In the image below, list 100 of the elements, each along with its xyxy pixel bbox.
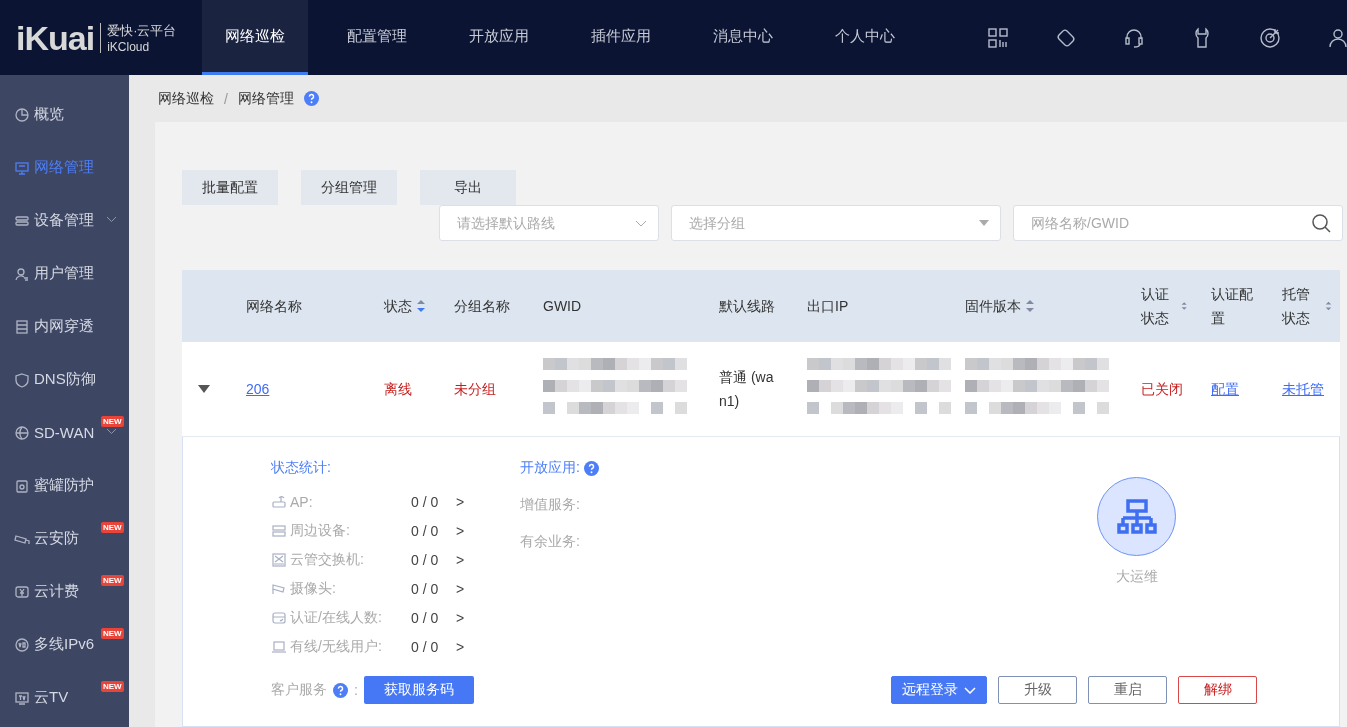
shield-icon xyxy=(14,371,30,388)
breadcrumb-item[interactable]: 网络巡检 xyxy=(158,89,214,108)
tv-icon xyxy=(14,689,30,706)
new-badge: NEW xyxy=(101,416,124,427)
sidebar-item[interactable]: 多线IPv6 NEW xyxy=(0,618,129,671)
stat-label: AP: xyxy=(290,493,313,510)
column-header: 网络名称 xyxy=(246,297,302,316)
breadcrumb-separator: / xyxy=(224,90,228,107)
stat-value: 0 / 0 xyxy=(411,638,440,655)
column-header: GWID xyxy=(543,297,582,316)
safe-icon xyxy=(14,477,30,494)
column-header: 状态 xyxy=(384,297,412,316)
action-button[interactable]: 批量配置 xyxy=(182,170,278,205)
action-button[interactable]: 重启 xyxy=(1088,676,1167,704)
column-header: 默认线路 xyxy=(719,297,775,316)
service-label: 客户服务 xyxy=(271,681,327,699)
section-title: 状态统计: xyxy=(271,459,332,477)
monitor-icon xyxy=(14,159,30,176)
stat-label: 认证/在线人数: xyxy=(290,608,382,627)
column-header: 认证状态 xyxy=(1141,285,1170,328)
table-link[interactable]: 配置 xyxy=(1211,381,1239,397)
action-button[interactable]: 导出 xyxy=(420,170,516,205)
sidebar-item[interactable]: 用户管理 xyxy=(0,247,129,300)
stat-label: 周边设备: xyxy=(290,521,350,540)
nav-tab[interactable]: 配置管理 xyxy=(324,0,430,75)
network-icon xyxy=(1116,497,1157,536)
brand-subtitle: iKCloud xyxy=(107,39,151,54)
sidebar-item[interactable]: SD-WAN NEW xyxy=(0,406,129,459)
table-link[interactable]: 206 xyxy=(246,381,270,397)
service-code-button[interactable]: 获取服务码 xyxy=(363,676,474,704)
more-link[interactable]: > xyxy=(456,493,476,510)
table-cell: 普通 (wan1) xyxy=(719,369,774,409)
app-label: 有余业务: xyxy=(520,533,581,551)
card-icon xyxy=(271,609,287,626)
sidebar-item[interactable]: DNS防御 xyxy=(0,353,129,406)
nav-tab[interactable]: 消息中心 xyxy=(690,0,796,75)
laptop-icon xyxy=(271,638,287,655)
brand-name: 爱快·云平台 xyxy=(107,21,177,40)
more-link[interactable]: > xyxy=(456,580,476,597)
help-icon[interactable] xyxy=(303,91,319,106)
globe-icon xyxy=(14,424,30,441)
status-text: 离线 xyxy=(384,381,412,397)
stat-value: 0 / 0 xyxy=(411,493,440,510)
sidebar-item[interactable]: 设备管理 xyxy=(0,194,129,247)
nav-tab[interactable]: 插件应用 xyxy=(568,0,674,75)
stat-value: 0 / 0 xyxy=(411,609,440,626)
more-link[interactable]: > xyxy=(456,551,476,568)
status-text: 未分组 xyxy=(454,381,496,397)
expand-toggle-icon[interactable] xyxy=(198,384,210,394)
help-icon[interactable] xyxy=(333,682,348,698)
action-button[interactable]: 升级 xyxy=(998,676,1077,704)
user-icon xyxy=(14,265,30,282)
grid-icon[interactable] xyxy=(986,25,1010,50)
sort-icon[interactable] xyxy=(416,298,426,314)
sidebar-item[interactable]: 内网穿透 xyxy=(0,300,129,353)
coin-icon xyxy=(14,583,30,600)
app-label: 增值服务: xyxy=(520,496,581,514)
nav-tab[interactable]: 网络巡检 xyxy=(202,0,308,75)
more-link[interactable]: > xyxy=(456,609,476,626)
column-header: 出口IP xyxy=(807,297,849,316)
search-icon[interactable] xyxy=(1311,213,1331,233)
brand-logo: iKuai xyxy=(16,22,102,53)
nav-tab[interactable]: 个人中心 xyxy=(812,0,918,75)
caret-icon xyxy=(979,220,989,226)
ops-label: 大运维 xyxy=(1115,568,1158,586)
search-field[interactable]: 网络名称/GWID xyxy=(1013,205,1343,241)
sidebar-item[interactable]: 云TV NEW xyxy=(0,671,129,724)
action-button[interactable]: 分组管理 xyxy=(301,170,397,205)
column-header: 固件版本 xyxy=(965,297,1021,316)
sidebar-item[interactable]: 蜜罐防护 xyxy=(0,459,129,512)
more-link[interactable]: > xyxy=(456,522,476,539)
action-button[interactable]: 解绑 xyxy=(1178,676,1257,704)
table-link[interactable]: 未托管 xyxy=(1282,381,1324,397)
switch-icon xyxy=(271,551,287,568)
sort-icon[interactable] xyxy=(1025,298,1035,314)
target-icon[interactable] xyxy=(1258,25,1282,50)
column-header: 托管状态 xyxy=(1282,285,1311,328)
action-button[interactable]: 远程登录 xyxy=(891,676,987,704)
stat-label: 有线/无线用户: xyxy=(290,637,382,656)
new-badge: NEW xyxy=(101,522,124,533)
chevron-icon xyxy=(964,686,976,694)
group-select[interactable]: 选择分组 xyxy=(671,205,1001,241)
sidebar-item[interactable]: 云安防 NEW xyxy=(0,512,129,565)
section-title: 开放应用: xyxy=(520,459,580,477)
status-text: 已关闭 xyxy=(1141,381,1183,397)
new-badge: NEW xyxy=(101,628,124,639)
nav-tab[interactable]: 开放应用 xyxy=(446,0,552,75)
pie-chart-icon xyxy=(14,106,30,123)
route-select[interactable]: 请选择默认路线 xyxy=(439,205,659,241)
column-header: 认证配置 xyxy=(1211,285,1254,328)
stat-value: 0 / 0 xyxy=(411,551,440,568)
sidebar-item[interactable]: 云计费 NEW xyxy=(0,565,129,618)
sidebar-item[interactable]: 概览 xyxy=(0,88,129,141)
stat-label: 云管交换机: xyxy=(290,550,364,569)
help-icon[interactable] xyxy=(583,460,599,476)
stat-value: 0 / 0 xyxy=(411,580,440,597)
more-link[interactable]: > xyxy=(456,638,476,655)
router-icon xyxy=(271,493,287,510)
globe-icon xyxy=(14,636,30,653)
chevron-icon xyxy=(635,219,647,227)
